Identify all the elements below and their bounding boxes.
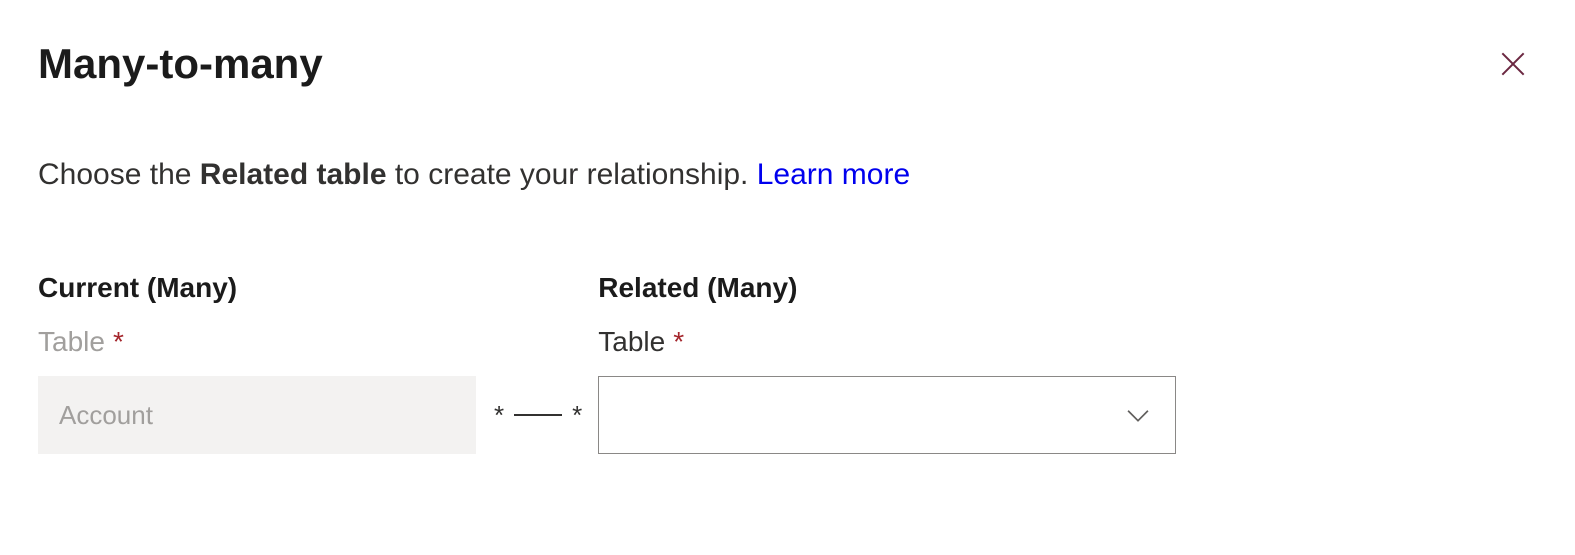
connector-line-icon [514, 414, 562, 416]
current-table-label: Table * [38, 326, 476, 358]
chevron-down-icon [1121, 398, 1155, 432]
relationship-columns: Current (Many) Table * Account * * Relat… [38, 272, 1537, 454]
current-table-input: Account [38, 376, 476, 454]
description-suffix: to create your relationship. [387, 158, 757, 191]
close-button[interactable] [1489, 40, 1537, 88]
current-table-label-text: Table [38, 326, 105, 358]
connector-right-asterisk: * [572, 400, 582, 431]
dialog-description: Choose the Related table to create your … [38, 158, 1537, 192]
related-table-select[interactable] [598, 376, 1176, 454]
relationship-connector: * * [476, 376, 598, 454]
current-column: Current (Many) Table * Account [38, 272, 476, 454]
required-asterisk: * [673, 326, 684, 358]
connector-left-asterisk: * [494, 400, 504, 431]
current-table-value: Account [59, 400, 455, 431]
description-bold: Related table [200, 158, 387, 191]
related-table-label-text: Table [598, 326, 665, 358]
related-column: Related (Many) Table * [598, 272, 1176, 454]
learn-more-link[interactable]: Learn more [757, 158, 910, 191]
related-table-label: Table * [598, 326, 1176, 358]
related-heading: Related (Many) [598, 272, 1176, 304]
dialog-title: Many-to-many [38, 40, 323, 88]
close-icon [1497, 48, 1529, 80]
required-asterisk: * [113, 326, 124, 358]
dialog-header: Many-to-many [38, 40, 1537, 88]
current-heading: Current (Many) [38, 272, 476, 304]
description-prefix: Choose the [38, 158, 200, 191]
